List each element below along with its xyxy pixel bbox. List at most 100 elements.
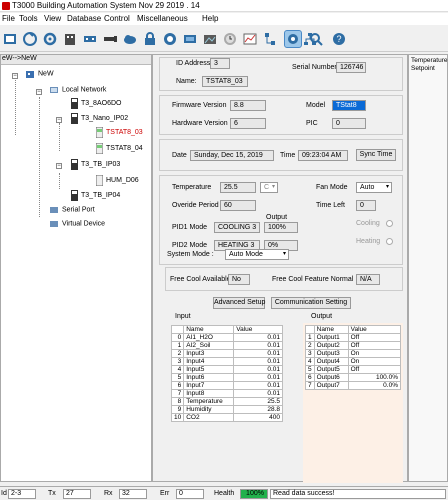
temperature-unit-select[interactable]: C ▾ bbox=[260, 182, 278, 193]
output-index[interactable]: 1 bbox=[305, 333, 315, 342]
help-icon[interactable]: ? bbox=[330, 30, 348, 48]
time-field[interactable]: 09:23:04 AM bbox=[298, 150, 348, 161]
input-index[interactable]: 8 bbox=[170, 397, 185, 406]
tree-root[interactable]: NeW bbox=[25, 69, 54, 79]
input-name[interactable]: Input7 bbox=[183, 381, 235, 390]
input-value[interactable]: 0.01 bbox=[233, 349, 283, 358]
output-index[interactable]: 5 bbox=[305, 365, 315, 374]
menu-control[interactable]: Control bbox=[104, 14, 130, 23]
output-name[interactable]: Output1 bbox=[313, 333, 349, 342]
output-row[interactable]: 1 Output1 Off bbox=[305, 333, 402, 342]
input-value[interactable]: 28.8 bbox=[233, 405, 283, 414]
input-index[interactable]: 1 bbox=[170, 341, 185, 350]
input-name[interactable]: Input3 bbox=[183, 349, 235, 358]
input-name[interactable]: Humidity bbox=[183, 405, 235, 414]
tree-item-hum-d06[interactable]: HUM_D06 bbox=[96, 175, 139, 186]
input-value[interactable]: 0.01 bbox=[233, 373, 283, 382]
input-row[interactable]: 5 Input6 0.01 bbox=[170, 373, 283, 382]
fan-mode-select[interactable]: Auto ▾ bbox=[356, 182, 392, 193]
input-row[interactable]: 4 Input5 0.01 bbox=[170, 365, 283, 374]
collapse-icon[interactable]: − bbox=[56, 163, 62, 169]
input-index[interactable]: 10 bbox=[170, 413, 185, 422]
input-value[interactable]: 400 bbox=[233, 413, 283, 422]
alarm-icon[interactable] bbox=[221, 30, 239, 48]
connect-icon[interactable] bbox=[1, 30, 19, 48]
input-name[interactable]: Input5 bbox=[183, 365, 235, 374]
input-value[interactable]: 25.5 bbox=[233, 397, 283, 406]
input-index[interactable]: 7 bbox=[170, 389, 185, 398]
input-index[interactable]: 2 bbox=[170, 349, 185, 358]
usb-icon[interactable] bbox=[101, 30, 119, 48]
menu-view[interactable]: View bbox=[44, 14, 61, 23]
output-index[interactable]: 2 bbox=[305, 341, 315, 350]
input-row[interactable]: 3 Input4 0.01 bbox=[170, 357, 283, 366]
input-row[interactable]: 0 AI1_H2O 0.01 bbox=[170, 333, 283, 342]
menu-tools[interactable]: Tools bbox=[19, 14, 38, 23]
lock-icon[interactable] bbox=[141, 30, 159, 48]
input-index[interactable]: 0 bbox=[170, 333, 185, 342]
input-name[interactable]: CO2 bbox=[183, 413, 235, 422]
output-value[interactable]: Off bbox=[347, 341, 402, 350]
input-row[interactable]: 6 Input7 0.01 bbox=[170, 381, 283, 390]
tree-serial-port[interactable]: Serial Port bbox=[49, 205, 95, 215]
input-value[interactable]: 0.01 bbox=[233, 357, 283, 366]
output-row[interactable]: 4 Output4 On bbox=[305, 357, 402, 366]
name-field[interactable]: TSTAT8_03 bbox=[202, 76, 248, 87]
date-field[interactable]: Sunday, Dec 15, 2019 bbox=[190, 150, 274, 161]
advanced-setup-button[interactable]: Advanced Setup bbox=[213, 297, 265, 309]
collapse-icon[interactable]: − bbox=[36, 89, 42, 95]
sync-time-button[interactable]: Sync Time bbox=[356, 149, 396, 161]
output-row[interactable]: 2 Output2 Off bbox=[305, 341, 402, 350]
input-index[interactable]: 6 bbox=[170, 381, 185, 390]
collapse-icon[interactable]: − bbox=[12, 73, 18, 79]
input-index[interactable]: 5 bbox=[170, 373, 185, 382]
system-mode-select[interactable]: Auto Mode ▾ bbox=[225, 249, 289, 260]
output-value[interactable]: Off bbox=[347, 333, 402, 342]
output-value[interactable]: Off bbox=[347, 365, 402, 374]
network-icon[interactable] bbox=[81, 30, 99, 48]
tree-item-t3-8ao6do[interactable]: T3_8AO6DO bbox=[71, 98, 121, 109]
output-row[interactable]: 7 Output7 0.0% bbox=[305, 381, 402, 390]
input-row[interactable]: 9 Humidity 28.8 bbox=[170, 405, 283, 414]
output-row[interactable]: 6 Output6 100.0% bbox=[305, 373, 402, 382]
search-icon[interactable] bbox=[307, 30, 325, 48]
output-name[interactable]: Output6 bbox=[313, 373, 349, 382]
output-index[interactable]: 6 bbox=[305, 373, 315, 382]
input-row[interactable]: 2 Input3 0.01 bbox=[170, 349, 283, 358]
heating-radio[interactable] bbox=[386, 238, 393, 245]
tree-item-tstat8-03[interactable]: TSTAT8_03 bbox=[96, 127, 143, 138]
input-value[interactable]: 0.01 bbox=[233, 365, 283, 374]
output-index[interactable]: 3 bbox=[305, 349, 315, 358]
id-field[interactable]: 3 bbox=[210, 58, 230, 69]
output-index[interactable]: 4 bbox=[305, 357, 315, 366]
input-index[interactable]: 3 bbox=[170, 357, 185, 366]
tree-item-t3-tb-ip04[interactable]: T3_TB_IP04 bbox=[71, 190, 120, 201]
output-index[interactable]: 7 bbox=[305, 381, 315, 390]
config-icon[interactable] bbox=[261, 30, 279, 48]
input-row[interactable]: 7 Input8 0.01 bbox=[170, 389, 283, 398]
output-value[interactable]: 0.0% bbox=[347, 381, 402, 390]
output-row[interactable]: 5 Output5 Off bbox=[305, 365, 402, 374]
input-name[interactable]: AI2_Soil bbox=[183, 341, 235, 350]
input-value[interactable]: 0.01 bbox=[233, 381, 283, 390]
refresh-icon[interactable] bbox=[41, 30, 59, 48]
communication-setting-button[interactable]: Communication Setting bbox=[271, 297, 351, 309]
chart-icon[interactable] bbox=[241, 30, 259, 48]
input-name[interactable]: Temperature bbox=[183, 397, 235, 406]
tree-virtual-device[interactable]: Virtual Device bbox=[49, 219, 105, 229]
input-value[interactable]: 0.01 bbox=[233, 333, 283, 342]
override-field[interactable]: 60 bbox=[220, 200, 256, 211]
building-icon[interactable] bbox=[61, 30, 79, 48]
cloud-icon[interactable] bbox=[121, 30, 139, 48]
tree-item-tstat8-04[interactable]: TSTAT8_04 bbox=[96, 143, 143, 154]
scan-icon[interactable] bbox=[21, 30, 39, 48]
collapse-icon[interactable]: − bbox=[56, 117, 62, 123]
input-row[interactable]: 1 AI2_Soil 0.01 bbox=[170, 341, 283, 350]
tree-item-t3-tb-ip03[interactable]: T3_TB_IP03 bbox=[71, 159, 120, 170]
input-name[interactable]: Input8 bbox=[183, 389, 235, 398]
model-field[interactable]: TStat8 bbox=[332, 100, 366, 111]
output-name[interactable]: Output4 bbox=[313, 357, 349, 366]
input-row[interactable]: 10 CO2 400 bbox=[170, 413, 283, 422]
input-name[interactable]: AI1_H2O bbox=[183, 333, 235, 342]
inputs-icon[interactable] bbox=[161, 30, 179, 48]
